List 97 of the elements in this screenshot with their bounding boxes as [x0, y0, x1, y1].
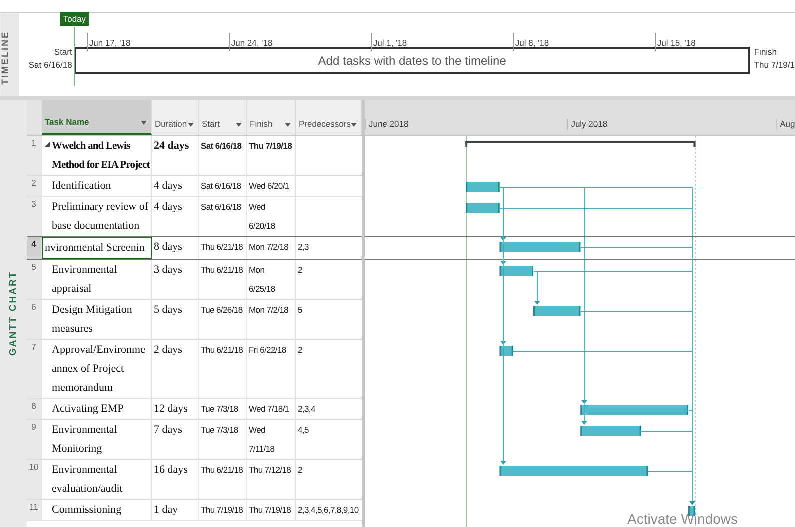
- table-cell: Sat 6/16/18: [199, 197, 247, 236]
- date-tick: Jun 24, '18: [231, 38, 273, 48]
- table-cell: Mon 7/2/18: [247, 300, 296, 339]
- table-cell-text: 2: [297, 464, 304, 477]
- table-cell: 24 days: [152, 136, 199, 175]
- table-cell: 1 day: [152, 500, 199, 520]
- date-tick: Jul 15, '18: [657, 38, 696, 48]
- table-cell: Sat 6/16/18: [199, 136, 247, 175]
- row-number[interactable]: 2: [27, 176, 42, 196]
- table-cell: Thu 7/12/18: [247, 460, 296, 499]
- task-name: Approval/Environme annex of Project memorandum: [52, 343, 146, 396]
- table-cell: Sat 6/16/18: [199, 176, 247, 196]
- table-cell: Thu 6/21/18: [199, 260, 247, 299]
- today-marker: Today: [60, 12, 90, 26]
- task-name: Wwelch and Lewis Method for EIA Project: [52, 140, 150, 173]
- caret-icon[interactable]: [188, 123, 194, 127]
- table-cell: 16 days: [152, 460, 199, 499]
- task-name: Activating EMP: [52, 402, 124, 417]
- row-number[interactable]: 8: [27, 399, 42, 419]
- table-cell: Thu 7/19/18: [247, 136, 296, 175]
- table-cell: Thu 6/21/18: [199, 237, 247, 259]
- table-cell-text: 2: [297, 264, 304, 277]
- timeline-bar[interactable]: Add tasks with dates to the timeline: [74, 47, 750, 74]
- caret-icon[interactable]: [141, 121, 147, 125]
- table-cell: Thu 7/19/18: [199, 500, 247, 520]
- table-cell: Wed 6/20/18: [247, 197, 296, 236]
- table-cell-text: 2,3: [297, 241, 310, 254]
- row-number[interactable]: 4: [27, 237, 42, 259]
- column-header[interactable]: Start: [199, 100, 247, 135]
- task-name: nvironmental Screenin: [45, 241, 145, 256]
- row-number[interactable]: 9: [27, 420, 42, 459]
- task-name: Environmental evaluation/audit: [52, 463, 123, 497]
- table-cell: Tue 7/3/18: [199, 399, 247, 419]
- table-cell: 5 days: [152, 300, 199, 339]
- row-number[interactable]: 6: [27, 300, 42, 339]
- timeline-placeholder: Add tasks with dates to the timeline: [318, 54, 506, 68]
- view-label: GANTT CHART: [0, 100, 27, 527]
- date-tick: Jul 1, '18: [373, 38, 408, 48]
- table-cell-text: 2,3,4: [297, 403, 316, 416]
- table-cell: 4 days: [152, 197, 199, 236]
- table-cell: 2 days: [152, 340, 199, 398]
- month-label: June 2018: [365, 119, 409, 130]
- table-cell: 7 days: [152, 420, 199, 459]
- table-cell-text: 2: [297, 344, 304, 357]
- view-label: TIMELINE: [0, 13, 20, 96]
- table-cell: Fri 6/22/18: [247, 340, 296, 398]
- task-bar: [466, 182, 500, 192]
- row-number[interactable]: 10: [27, 460, 42, 499]
- table-cell: Mon 6/25/18: [247, 260, 296, 299]
- task-name: Environmental appraisal: [52, 263, 118, 297]
- row-number[interactable]: 1: [27, 136, 42, 175]
- start-label: Start: [53, 46, 72, 59]
- caret-icon[interactable]: [285, 123, 291, 127]
- table-cell: Thu 6/21/18: [199, 340, 247, 398]
- task-name: Identification: [52, 179, 112, 194]
- table-cell-text: 2,3,4,5,6,7,8,9,10: [297, 504, 360, 517]
- finish-label: Finish: [754, 46, 778, 59]
- row-number[interactable]: 3: [27, 197, 42, 236]
- table-cell: 8 days: [152, 237, 199, 259]
- table-cell: 12 days: [152, 399, 199, 419]
- table-cell: 4 days: [152, 176, 199, 196]
- collapse-icon[interactable]: [45, 142, 50, 147]
- table-cell: Thu 6/21/18: [199, 460, 247, 499]
- today-line: [74, 27, 76, 86]
- table-cell-text: 5: [297, 304, 304, 317]
- task-bar: [580, 426, 642, 436]
- row-number[interactable]: 7: [27, 340, 42, 398]
- table-cell: Thu 7/19/18: [247, 500, 296, 520]
- task-name: Environmental Monitoring: [52, 423, 118, 457]
- month-label: July 2018: [567, 119, 608, 130]
- date-tick: Jul 8, '18: [515, 38, 550, 48]
- finish-date: Thu 7/19/1: [754, 59, 795, 72]
- task-bar: [500, 346, 514, 356]
- task-bar: [534, 306, 581, 316]
- row-number[interactable]: 5: [27, 260, 42, 299]
- column-header[interactable]: Duration: [152, 100, 199, 135]
- task-name: Design Mitigation measures: [52, 303, 132, 337]
- table-cell: Mon 7/2/18: [247, 237, 296, 259]
- table-cell: 3 days: [152, 260, 199, 299]
- month-label: Aug: [776, 119, 795, 130]
- row-number[interactable]: 11: [27, 500, 42, 520]
- table-cell: Tue 7/3/18: [199, 420, 247, 459]
- caret-icon[interactable]: [351, 123, 357, 127]
- activation-notice: Activate Windows: [628, 511, 738, 527]
- column-header[interactable]: Finish: [247, 100, 296, 135]
- task-name: Commissioning: [52, 503, 122, 518]
- date-tick: Jun 17, '18: [89, 38, 131, 48]
- task-bar: [500, 266, 534, 276]
- table-cell-text: 4,5: [297, 424, 310, 437]
- table-cell: Wed 7/11/18: [247, 420, 296, 459]
- caret-icon[interactable]: [236, 123, 242, 127]
- start-date: Sat 6/16/18: [28, 59, 72, 72]
- task-bar: [466, 203, 500, 213]
- column-header[interactable]: Task Name: [42, 100, 152, 135]
- table-cell: Wed 6/20/1: [247, 176, 296, 196]
- table-cell: Tue 6/26/18: [199, 300, 247, 339]
- table-cell: Wed 7/18/1: [247, 399, 296, 419]
